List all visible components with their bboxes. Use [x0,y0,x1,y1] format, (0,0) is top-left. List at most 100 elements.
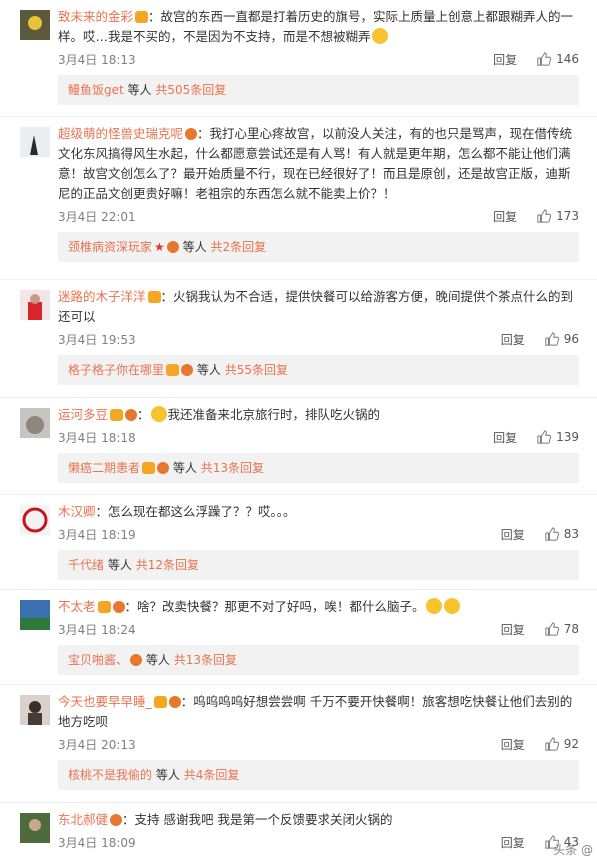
comment-username[interactable]: 迷路的木子洋洋 [58,289,146,304]
comment-meta: 3月4日 20:13 回复 92 [58,732,579,756]
avatar[interactable] [20,408,50,438]
avatar[interactable] [20,695,50,725]
avatar[interactable] [20,127,50,157]
like-button[interactable]: 139 [537,430,579,444]
replies-summary[interactable]: 格子格子你在哪里 等人 共55条回复 [58,355,579,385]
reply-total-link[interactable]: 共13条回复 [174,653,237,667]
comment-date: 3月4日 18:19 [58,527,136,542]
reply-preview-etc: 等人 [107,558,132,572]
comment-username[interactable]: 运河多豆 [58,407,108,422]
avatar[interactable] [20,813,50,843]
reply-button[interactable]: 回复 [501,331,525,348]
level-badge-icon [125,409,138,421]
vip-badge-icon [153,696,167,708]
like-button[interactable]: 83 [545,527,579,541]
comment-username[interactable]: 超级萌的怪兽史瑞克呢 [58,126,183,141]
reply-preview-user[interactable]: 颈椎病资深玩家 [68,240,152,254]
reply-preview-etc: 等人 [172,461,197,475]
like-count: 78 [563,622,579,636]
comment-username[interactable]: 东北郝健 [58,812,108,827]
level-badge-icon [130,654,143,666]
thumbs-up-icon [545,332,559,346]
thumbs-up-icon [537,52,552,66]
colon-separator: ： [148,9,161,24]
thumbs-up-icon [545,737,559,751]
thumbs-up-icon [537,209,552,223]
avatar[interactable] [20,505,50,535]
colon-separator: ： [137,407,150,422]
replies-summary[interactable]: 宝贝啪酱、 等人 共13条回复 [58,645,579,675]
comment-date: 3月4日 22:01 [58,209,136,224]
replies-summary[interactable]: 颈椎病资深玩家 ★ 等人 共2条回复 [58,232,579,262]
level-badge-icon [166,241,179,253]
reply-preview-user[interactable]: 核桃不是我偷的 [68,768,152,782]
reply-button[interactable]: 回复 [493,208,517,225]
reply-button[interactable]: 回复 [501,834,525,851]
avatar-image [20,505,50,535]
colon-separator: ： [160,289,174,304]
comment-text-block: 迷路的木子洋洋 ：火锅我认为不合适，提供快餐可以给游客方便，晚间提供个茶点什么的到… [58,280,579,327]
reply-preview-user[interactable]: 鳗鱼饭get [68,83,124,97]
comment-item: 超级萌的怪兽史瑞克呢 ：我打心里心疼故宫，以前没人关注，有的也只是骂声，现在借传统… [0,117,597,280]
comment-date: 3月4日 19:53 [58,332,136,347]
colon-separator: ： [197,126,210,141]
emoji-icon [443,598,460,614]
reply-preview-user[interactable]: 格子格子你在哪里 [68,363,164,377]
colon-separator: ： [124,599,138,614]
reply-button[interactable]: 回复 [493,429,517,446]
reply-preview-etc: 等人 [127,83,152,97]
comment-meta: 3月4日 18:09 回复 43 [58,830,579,854]
comment-date: 3月4日 18:18 [58,430,136,445]
comment-username[interactable]: 木汉卿 [58,504,96,519]
colon-separator: ： [122,812,135,827]
reply-button[interactable]: 回复 [501,736,525,753]
comment-body: 啥？改卖快餐？那更不对了好吗，唉！都什么脑子。 [137,599,425,614]
comment-body: 支持 感谢我吧 我是第一个反馈要求关闭火锅的 [134,812,393,827]
level-badge-icon [185,128,198,140]
reply-button[interactable]: 回复 [493,51,517,68]
comment-item: 今天也要早早睡_ ：呜呜呜呜好想尝尝啊 千万不要开快餐啊！旅客想吃快餐让他们去别的… [0,685,597,803]
replies-summary[interactable]: 千代绪 等人 共12条回复 [58,550,579,580]
comment-meta: 3月4日 18:24 回复 78 [58,617,579,641]
avatar[interactable] [20,600,50,630]
comment-username[interactable]: 不太老 [58,599,96,614]
like-count: 139 [556,430,579,444]
like-button[interactable]: 96 [545,332,579,346]
comment-meta: 3月4日 18:18 回复 139 [58,425,579,449]
reply-button[interactable]: 回复 [501,621,525,638]
comment-meta: 3月4日 18:13 回复 146 [58,47,579,71]
reply-preview-user[interactable]: 千代绪 [68,558,104,572]
like-button[interactable]: 78 [545,622,579,636]
emoji-icon [371,28,388,44]
replies-summary[interactable]: 鳗鱼饭get 等人 共505条回复 [58,75,579,105]
comment-text-block: 木汉卿：怎么现在都这么浮躁了？？哎。。。 [58,495,579,522]
replies-summary[interactable]: 懒癌二期患者 等人 共13条回复 [58,453,579,483]
comment-text-block: 运河多豆 ： 我还准备来北京旅行时，排队吃火锅的 [58,398,579,425]
reply-preview-etc: 等人 [145,653,170,667]
reply-total-link[interactable]: 共55条回复 [225,363,288,377]
reply-total-link[interactable]: 共2条回复 [210,240,266,254]
comment-date: 3月4日 18:13 [58,52,136,67]
reply-preview-user[interactable]: 懒癌二期患者 [68,461,140,475]
like-button[interactable]: 173 [537,209,579,223]
vip-badge-icon [142,462,156,474]
reply-total-link[interactable]: 共4条回复 [184,768,240,782]
avatar[interactable] [20,290,50,320]
replies-summary[interactable]: 核桃不是我偷的 等人 共4条回复 [58,760,579,790]
like-button[interactable]: 92 [545,737,579,751]
like-button[interactable]: 146 [537,52,579,66]
reply-total-link[interactable]: 共12条回复 [136,558,199,572]
watermark: 头条 @ [553,843,593,857]
reply-button[interactable]: 回复 [501,526,525,543]
comment-username[interactable]: 今天也要早早睡_ [58,694,152,709]
reply-preview-user[interactable]: 宝贝啪酱、 [68,653,128,667]
comment-item: 不太老 ：啥？改卖快餐？那更不对了好吗，唉！都什么脑子。 3月4日 18:24 回… [0,590,597,685]
reply-total-link[interactable]: 共505条回复 [155,83,226,97]
reply-total-link[interactable]: 共13条回复 [201,461,264,475]
avatar-image [20,600,50,630]
level-badge-icon [110,814,123,826]
comment-text-block: 致未来的金彩 ：故宫的东西一直都是打着历史的旗号，实际上质量上创意上都跟糊弄人的一… [58,0,579,47]
comment-username[interactable]: 致未来的金彩 [58,9,133,24]
avatar[interactable] [20,10,50,40]
comment-meta: 3月4日 19:53 回复 96 [58,327,579,351]
